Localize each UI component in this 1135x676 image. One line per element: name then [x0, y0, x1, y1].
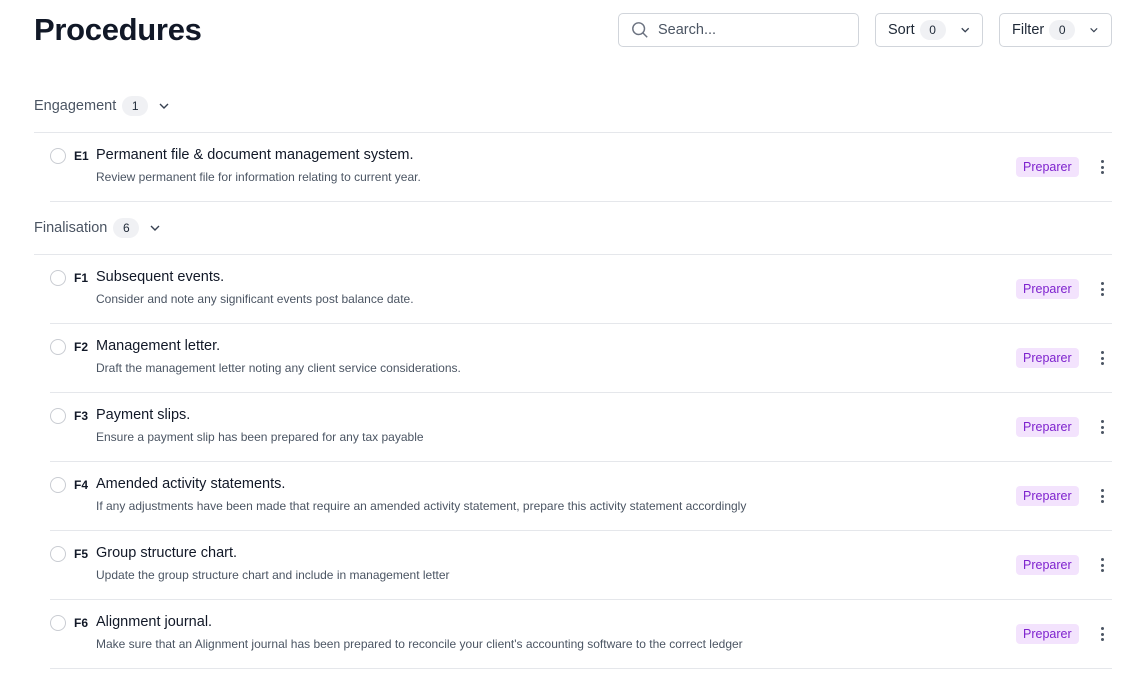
filter-label: Filter — [1012, 22, 1045, 38]
procedure-code: F6 — [74, 616, 89, 630]
complete-radio[interactable] — [50, 546, 66, 562]
procedure-description: Update the group structure chart and inc… — [96, 568, 450, 582]
role-badge: Preparer — [1016, 157, 1079, 177]
procedure-item-f4[interactable]: F4 Amended activity statements. If any a… — [50, 462, 1112, 531]
procedure-item-f3[interactable]: F3 Payment slips. Ensure a payment slip … — [50, 393, 1112, 462]
more-options-icon[interactable] — [1096, 280, 1108, 298]
chevron-down-icon — [1090, 27, 1098, 33]
procedure-title[interactable]: Alignment journal. — [96, 614, 212, 630]
procedure-title[interactable]: Permanent file & document management sys… — [96, 147, 414, 163]
procedure-code: F1 — [74, 271, 89, 285]
role-badge: Preparer — [1016, 486, 1079, 506]
procedure-description: Consider and note any significant events… — [96, 292, 414, 306]
search-icon — [632, 22, 648, 38]
more-options-icon[interactable] — [1096, 349, 1108, 367]
procedure-title[interactable]: Group structure chart. — [96, 545, 237, 561]
chevron-down-icon[interactable] — [149, 222, 161, 234]
complete-radio[interactable] — [50, 615, 66, 631]
complete-radio[interactable] — [50, 477, 66, 493]
complete-radio[interactable] — [50, 270, 66, 286]
page-title: Procedures — [34, 12, 202, 47]
procedure-description: Draft the management letter noting any c… — [96, 361, 461, 375]
procedure-description: Ensure a payment slip has been prepared … — [96, 430, 424, 444]
more-options-icon[interactable] — [1096, 158, 1108, 176]
group-count-badge: 6 — [113, 218, 140, 238]
role-badge: Preparer — [1016, 279, 1079, 299]
more-options-icon[interactable] — [1096, 418, 1108, 436]
chevron-down-icon[interactable] — [158, 100, 170, 112]
procedure-item-f2[interactable]: F2 Management letter. Draft the manageme… — [50, 324, 1112, 393]
complete-radio[interactable] — [50, 148, 66, 164]
procedure-item-f5[interactable]: F5 Group structure chart. Update the gro… — [50, 531, 1112, 600]
role-badge: Preparer — [1016, 417, 1079, 437]
procedure-code: F3 — [74, 409, 89, 423]
procedure-code: E1 — [74, 149, 89, 163]
group-header-finalisation[interactable]: Finalisation 6 — [34, 218, 161, 238]
procedure-description: Review permanent file for information re… — [96, 170, 421, 184]
procedure-title[interactable]: Subsequent events. — [96, 269, 224, 285]
procedure-item-f1[interactable]: F1 Subsequent events. Consider and note … — [50, 255, 1112, 324]
procedure-code: F4 — [74, 478, 89, 492]
procedure-code: F5 — [74, 547, 89, 561]
filter-button[interactable]: Filter 0 — [999, 13, 1112, 47]
role-badge: Preparer — [1016, 555, 1079, 575]
procedure-item-e1[interactable]: E1 Permanent file & document management … — [50, 133, 1112, 202]
procedure-description: Make sure that an Alignment journal has … — [96, 637, 743, 651]
procedure-title[interactable]: Payment slips. — [96, 407, 190, 423]
chevron-down-icon — [960, 27, 969, 33]
complete-radio[interactable] — [50, 408, 66, 424]
group-name: Engagement — [34, 98, 117, 114]
complete-radio[interactable] — [50, 339, 66, 355]
filter-count-badge: 0 — [1049, 20, 1076, 40]
row-divider — [50, 668, 1112, 669]
more-options-icon[interactable] — [1096, 487, 1108, 505]
more-options-icon[interactable] — [1096, 556, 1108, 574]
search-input[interactable] — [658, 22, 838, 38]
role-badge: Preparer — [1016, 348, 1079, 368]
role-badge: Preparer — [1016, 624, 1079, 644]
sort-button[interactable]: Sort 0 — [875, 13, 983, 47]
more-options-icon[interactable] — [1096, 625, 1108, 643]
procedure-description: If any adjustments have been made that r… — [96, 499, 747, 513]
procedure-item-f6[interactable]: F6 Alignment journal. Make sure that an … — [50, 600, 1112, 669]
procedure-title[interactable]: Amended activity statements. — [96, 476, 285, 492]
group-name: Finalisation — [34, 220, 108, 236]
sort-count-badge: 0 — [919, 20, 946, 40]
group-count-badge: 1 — [122, 96, 149, 116]
procedure-title[interactable]: Management letter. — [96, 338, 220, 354]
procedure-code: F2 — [74, 340, 89, 354]
search-box[interactable] — [618, 13, 859, 47]
group-header-engagement[interactable]: Engagement 1 — [34, 96, 170, 116]
row-divider — [50, 201, 1112, 202]
sort-label: Sort — [888, 22, 915, 38]
